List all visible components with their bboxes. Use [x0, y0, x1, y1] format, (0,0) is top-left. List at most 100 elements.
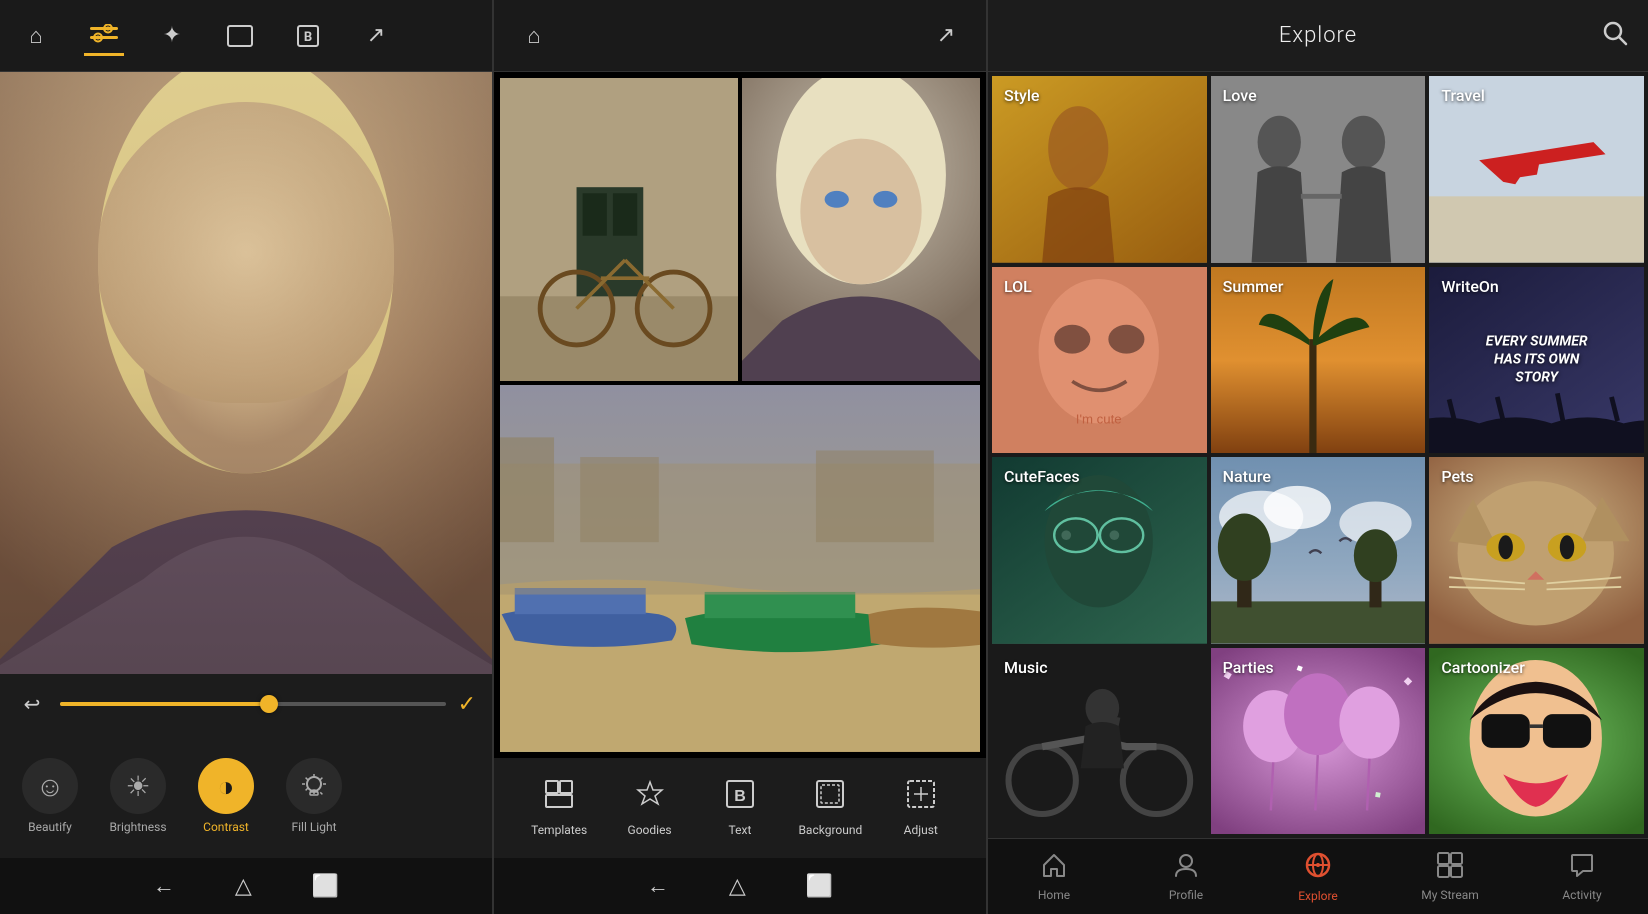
mystream-nav-label: My Stream [1421, 888, 1479, 902]
nav-activity[interactable]: Activity [1542, 852, 1622, 902]
cartoonizer-label: Cartoonizer [1441, 658, 1525, 677]
collage-nav: ← △ ⬜ [494, 858, 986, 914]
brightness-label: Brightness [109, 820, 166, 834]
category-summer[interactable]: Summer [1211, 267, 1426, 454]
home-nav-label: Home [1038, 888, 1070, 902]
style-label: Style [1004, 86, 1040, 105]
beautify-label: Beautify [28, 820, 72, 834]
nav-explore[interactable]: Explore [1278, 851, 1358, 903]
panel-explore: Explore Style [988, 0, 1648, 914]
text-button[interactable]: B [288, 16, 328, 56]
home-nav-button[interactable]: △ [235, 874, 252, 899]
activity-nav-icon [1569, 852, 1595, 884]
contrast-label: Contrast [203, 820, 249, 834]
nature-label: Nature [1223, 467, 1271, 486]
category-love[interactable]: Love [1211, 76, 1426, 263]
explore-nav-label: Explore [1298, 889, 1338, 903]
mystream-nav-icon [1437, 852, 1463, 884]
contrast-tool[interactable]: ◑ Contrast [186, 758, 266, 834]
text-icon: B [726, 780, 754, 815]
svg-text:I'm cute: I'm cute [1076, 411, 1122, 426]
category-lol[interactable]: I'm cute LOL [992, 267, 1207, 454]
photo-image [0, 72, 492, 674]
explore-nav: Home Profile Explore [988, 838, 1648, 914]
collage-home-nav-button[interactable]: △ [729, 874, 746, 899]
category-cartoonizer[interactable]: Cartoonizer [1429, 648, 1644, 835]
collage-cell-girl[interactable] [742, 78, 980, 381]
background-label: Background [798, 823, 862, 837]
explore-grid: Style Love [988, 72, 1648, 838]
category-writeon[interactable]: WriteOn EVERY SUMMER HAS ITS OWN STORY [1429, 267, 1644, 454]
profile-nav-label: Profile [1169, 888, 1203, 902]
text-label: Text [729, 823, 752, 837]
category-nature[interactable]: Nature [1211, 457, 1426, 644]
svg-text:B: B [304, 30, 312, 45]
collage-home-button[interactable]: ⌂ [514, 16, 554, 56]
templates-icon [545, 780, 573, 815]
activity-nav-label: Activity [1562, 888, 1601, 902]
brightness-tool[interactable]: ☀ Brightness [98, 758, 178, 834]
profile-nav-icon [1173, 852, 1199, 884]
category-travel[interactable]: Travel [1429, 76, 1644, 263]
search-button[interactable] [1602, 20, 1628, 52]
frame-button[interactable] [220, 16, 260, 56]
collage-back-button[interactable]: ← [647, 873, 669, 899]
goodies-tool[interactable]: Goodies [615, 780, 685, 837]
undo-button[interactable]: ↩ [16, 692, 48, 716]
explore-header: Explore [988, 0, 1648, 72]
nav-profile[interactable]: Profile [1146, 852, 1226, 902]
adjust-tools-button[interactable] [84, 16, 124, 56]
editor-controls: ↩ ✓ ☺ Beautify ☀ Brightness ◑ Contrast [0, 674, 492, 914]
background-tool[interactable]: Background [795, 780, 865, 837]
travel-label: Travel [1441, 86, 1485, 105]
collage-canvas[interactable] [494, 72, 986, 758]
collage-cell-boats[interactable] [500, 385, 980, 752]
back-nav-button[interactable]: ← [153, 873, 175, 899]
explore-nav-icon [1304, 851, 1332, 885]
magic-wand-button[interactable]: ✦ [152, 16, 192, 56]
adjust-label: Adjust [904, 823, 938, 837]
confirm-button[interactable]: ✓ [458, 692, 476, 717]
templates-label: Templates [531, 823, 587, 837]
collage-share-button[interactable]: ↗ [926, 16, 966, 56]
summer-label: Summer [1223, 277, 1284, 296]
nav-home[interactable]: Home [1014, 852, 1094, 902]
adjust-tool[interactable]: Adjust [886, 780, 956, 837]
category-parties[interactable]: Parties [1211, 648, 1426, 835]
contrast-icon: ◑ [198, 758, 254, 814]
category-pets[interactable]: Pets [1429, 457, 1644, 644]
contrast-slider[interactable] [60, 702, 446, 706]
editor-toolbar: ⌂ ✦ B ↗ [0, 0, 492, 72]
share-button[interactable]: ↗ [356, 16, 396, 56]
explore-title: Explore [1279, 23, 1357, 48]
category-style[interactable]: Style [992, 76, 1207, 263]
text-tool[interactable]: B Text [705, 780, 775, 837]
adjust-icon [907, 780, 935, 815]
writeon-label: WriteOn [1441, 277, 1498, 296]
photo-canvas[interactable] [0, 72, 492, 674]
cutefaces-label: CuteFaces [1004, 467, 1080, 486]
beautify-tool[interactable]: ☺ Beautify [10, 758, 90, 834]
collage-cell-bike[interactable] [500, 78, 738, 381]
collage-toolbar: ⌂ ↗ [494, 0, 986, 72]
filllight-icon [286, 758, 342, 814]
brightness-icon: ☀ [110, 758, 166, 814]
svg-text:B: B [734, 788, 746, 805]
templates-tool[interactable]: Templates [524, 780, 594, 837]
home-button[interactable]: ⌂ [16, 16, 56, 56]
collage-recents-button[interactable]: ⬜ [806, 874, 833, 899]
collage-top-row [500, 78, 980, 381]
category-cutefaces[interactable]: CuteFaces [992, 457, 1207, 644]
category-music[interactable]: Music [992, 648, 1207, 835]
slider-fill [60, 702, 272, 706]
parties-label: Parties [1223, 658, 1274, 677]
slider-row: ↩ ✓ [0, 674, 492, 734]
panel-editor: ⌂ ✦ B ↗ [0, 0, 494, 914]
love-label: Love [1223, 86, 1257, 105]
lol-label: LOL [1004, 277, 1032, 296]
editor-nav: ← △ ⬜ [0, 858, 492, 914]
filllight-tool[interactable]: Fill Light [274, 758, 354, 834]
music-label: Music [1004, 658, 1048, 677]
nav-mystream[interactable]: My Stream [1410, 852, 1490, 902]
recents-nav-button[interactable]: ⬜ [312, 874, 339, 899]
